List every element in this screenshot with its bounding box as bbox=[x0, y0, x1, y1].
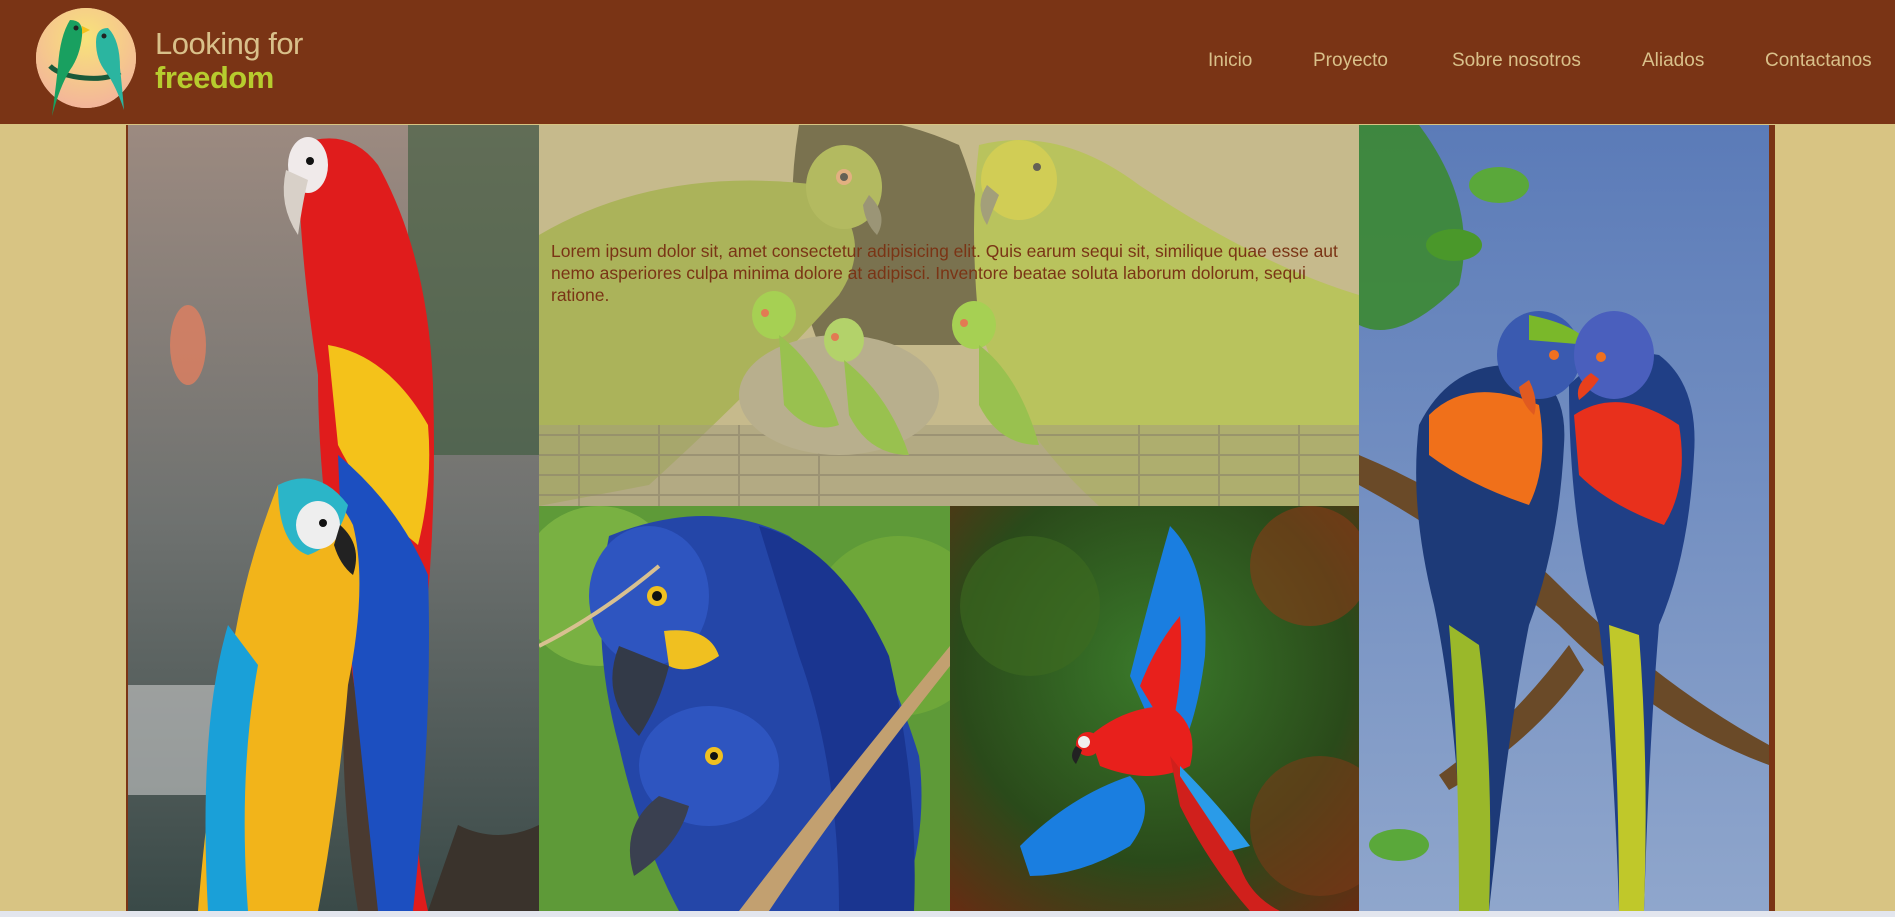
nav-item-sobre-nosotros[interactable]: Sobre nosotros bbox=[1452, 50, 1581, 72]
photo-gallery: Lorem ipsum dolor sit, amet consectetur … bbox=[126, 125, 1775, 911]
parrot-family-photo: Lorem ipsum dolor sit, amet consectetur … bbox=[539, 125, 1359, 506]
nav-item-aliados[interactable]: Aliados bbox=[1642, 50, 1704, 72]
site-header: Looking for freedom Inicio Proyecto Sobr… bbox=[0, 0, 1895, 124]
main-nav: Inicio Proyecto Sobre nosotros Aliados C… bbox=[0, 50, 1895, 80]
macaws-photo bbox=[128, 125, 539, 911]
page-bottom-edge bbox=[0, 911, 1895, 917]
featured-description: Lorem ipsum dolor sit, amet consectetur … bbox=[551, 241, 1338, 305]
nav-item-inicio[interactable]: Inicio bbox=[1208, 50, 1252, 72]
lorikeets-photo bbox=[1359, 125, 1769, 911]
flying-macaw-photo bbox=[950, 506, 1359, 911]
nav-item-contactanos[interactable]: Contactanos bbox=[1765, 50, 1872, 72]
nav-item-proyecto[interactable]: Proyecto bbox=[1313, 50, 1388, 72]
hyacinth-macaws-photo bbox=[539, 506, 950, 911]
